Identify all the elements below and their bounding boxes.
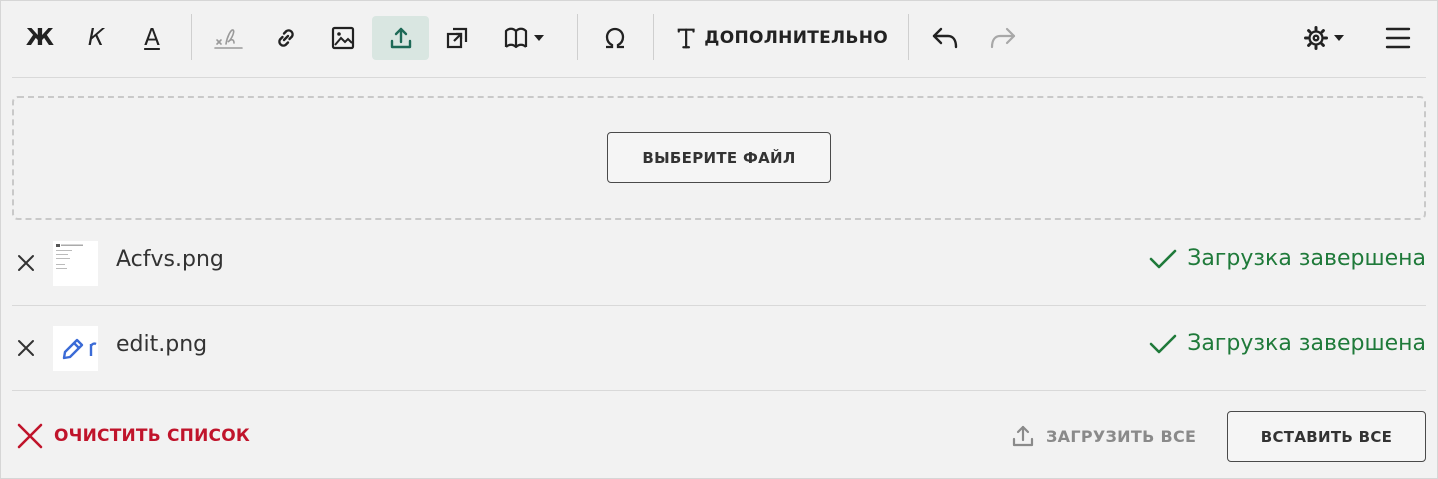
toolbar-separator: [191, 14, 192, 60]
hamburger-icon: [1385, 27, 1411, 49]
insert-all-button[interactable]: ВСТАВИТЬ ВСЕ: [1227, 411, 1426, 462]
upload-icon: [1012, 425, 1034, 447]
upload-status-text: Загрузка завершена: [1187, 246, 1426, 271]
upload-status-text: Загрузка завершена: [1187, 331, 1426, 356]
upload-button[interactable]: [372, 16, 429, 60]
special-char-button[interactable]: [597, 16, 633, 60]
file-thumbnail: [53, 326, 98, 371]
text-color-button[interactable]: А: [134, 16, 170, 60]
clear-format-button[interactable]: [208, 16, 248, 60]
remove-file-icon[interactable]: [16, 253, 36, 273]
check-icon: [1149, 334, 1177, 353]
bold-button[interactable]: Ж: [22, 16, 58, 60]
italic-button[interactable]: К: [78, 16, 114, 60]
gear-icon: [1304, 26, 1328, 50]
settings-dropdown[interactable]: [1296, 16, 1352, 60]
more-label: ДОПОЛНИТЕЛЬНО: [704, 28, 888, 48]
file-name: edit.png: [116, 332, 208, 357]
embed-button[interactable]: [439, 16, 475, 60]
image-button[interactable]: [325, 16, 361, 60]
remove-file-icon[interactable]: [16, 338, 36, 358]
link-button[interactable]: [268, 16, 304, 60]
book-icon: [504, 27, 528, 49]
italic-label: К: [87, 24, 105, 51]
text-format-icon: [677, 28, 695, 49]
text-color-label: А: [144, 24, 160, 51]
file-name: Acfvs.png: [116, 247, 224, 272]
undo-icon: [932, 27, 958, 49]
choose-file-label: ВЫБЕРИТЕ ФАЙЛ: [642, 148, 796, 167]
link-icon: [278, 29, 294, 47]
clear-list-label: ОЧИСТИТЬ СПИСОК: [54, 426, 250, 446]
file-list-item: edit.png Загрузка завершена: [12, 305, 1426, 391]
undo-button[interactable]: [928, 16, 964, 60]
clear-format-icon: [214, 29, 243, 49]
upload-status: Загрузка завершена: [1149, 331, 1426, 356]
upload-status: Загрузка завершена: [1149, 246, 1426, 271]
upload-icon: [390, 27, 411, 49]
editor-toolbar: Ж К А ДОПОЛНИТЕЛЬНО: [12, 0, 1426, 78]
clear-list-button[interactable]: ОЧИСТИТЬ СПИСОК: [16, 422, 250, 450]
chevron-down-icon: [534, 35, 544, 41]
redo-button[interactable]: [984, 16, 1020, 60]
check-icon: [1149, 249, 1177, 268]
omega-icon: [605, 27, 625, 49]
bold-label: Ж: [25, 24, 55, 51]
chevron-down-icon: [1334, 35, 1344, 41]
toolbar-separator: [653, 14, 654, 60]
upload-all-button[interactable]: ЗАГРУЗИТЬ ВСЕ: [1010, 423, 1196, 449]
image-icon: [331, 26, 355, 50]
more-button[interactable]: ДОПОЛНИТЕЛЬНО: [676, 16, 888, 60]
choose-file-button[interactable]: ВЫБЕРИТЕ ФАЙЛ: [607, 132, 831, 183]
toolbar-separator: [908, 14, 909, 60]
insert-all-label: ВСТАВИТЬ ВСЕ: [1260, 427, 1393, 446]
file-list-item: Acfvs.png Загрузка завершена: [12, 220, 1426, 306]
menu-button[interactable]: [1378, 16, 1418, 60]
file-dropzone[interactable]: ВЫБЕРИТЕ ФАЙЛ: [12, 96, 1426, 220]
embed-icon: [446, 27, 468, 49]
document-thumbnail-icon: [56, 244, 83, 269]
redo-icon: [990, 27, 1016, 49]
insert-dropdown[interactable]: [495, 16, 553, 60]
file-thumbnail: [53, 241, 98, 286]
close-icon: [17, 423, 43, 449]
toolbar-separator: [577, 14, 578, 60]
pencil-thumbnail-icon: [62, 338, 97, 360]
upload-all-label: ЗАГРУЗИТЬ ВСЕ: [1046, 426, 1197, 446]
